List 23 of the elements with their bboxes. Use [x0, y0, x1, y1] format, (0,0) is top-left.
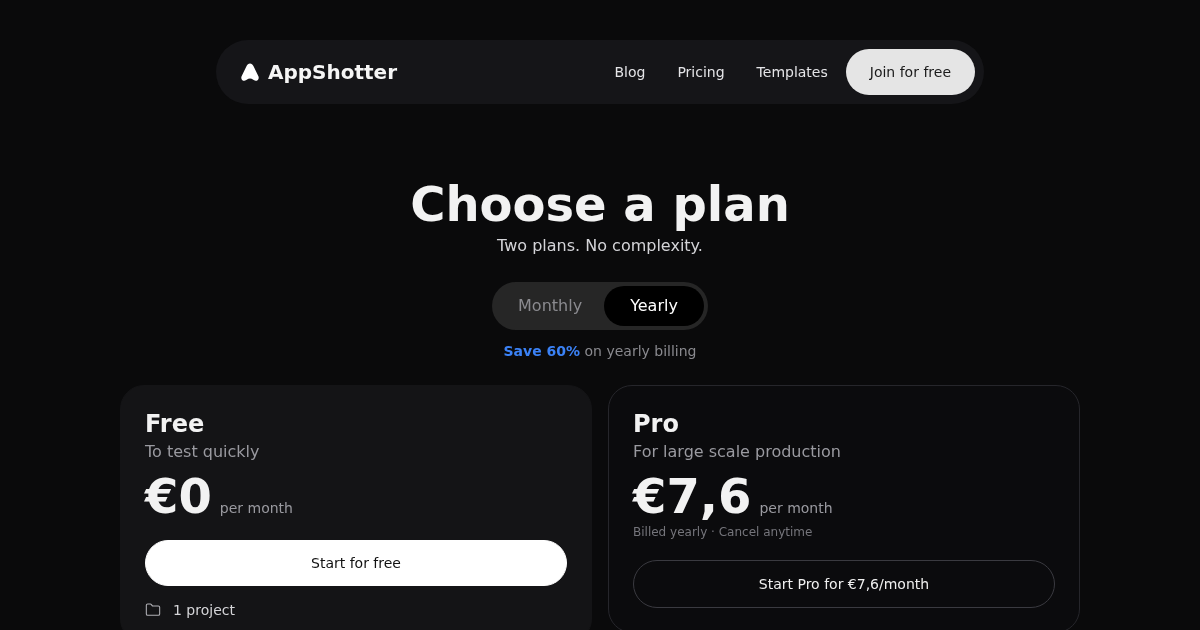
- billing-option[interactable]: Yearly: [604, 286, 704, 326]
- plan-tagline: For large scale production: [633, 441, 842, 463]
- billing-option[interactable]: Monthly: [496, 286, 605, 326]
- plan-cta-button[interactable]: Start for free: [145, 540, 567, 586]
- folder-icon: [145, 602, 161, 618]
- plan-price: €0: [145, 472, 212, 520]
- savings-note: Save 60% on yearly billing: [503, 342, 697, 361]
- billing-note: Billed yearly · Cancel anytime: [633, 524, 814, 540]
- price-period: per month: [759, 499, 833, 518]
- page-subtitle: Two plans. No complexity.: [497, 235, 703, 257]
- brand-name[interactable]: AppShotter: [268, 57, 398, 87]
- feature-text: 1 project: [173, 602, 235, 618]
- nav-link[interactable]: Pricing: [661, 61, 741, 83]
- plan-tagline: To test quickly: [145, 441, 261, 463]
- join-button[interactable]: Join for free: [845, 49, 975, 95]
- plan-price: €7,6: [633, 472, 752, 520]
- nav-link[interactable]: Blog: [598, 61, 662, 83]
- nav-link[interactable]: Templates: [740, 61, 844, 83]
- price-period: per month: [219, 499, 293, 518]
- plan-cta-button[interactable]: Start Pro for €7,6/month: [633, 560, 1055, 608]
- plan-name: Free: [145, 409, 206, 440]
- logo-icon: [240, 62, 260, 82]
- plan-name: Pro: [633, 409, 680, 440]
